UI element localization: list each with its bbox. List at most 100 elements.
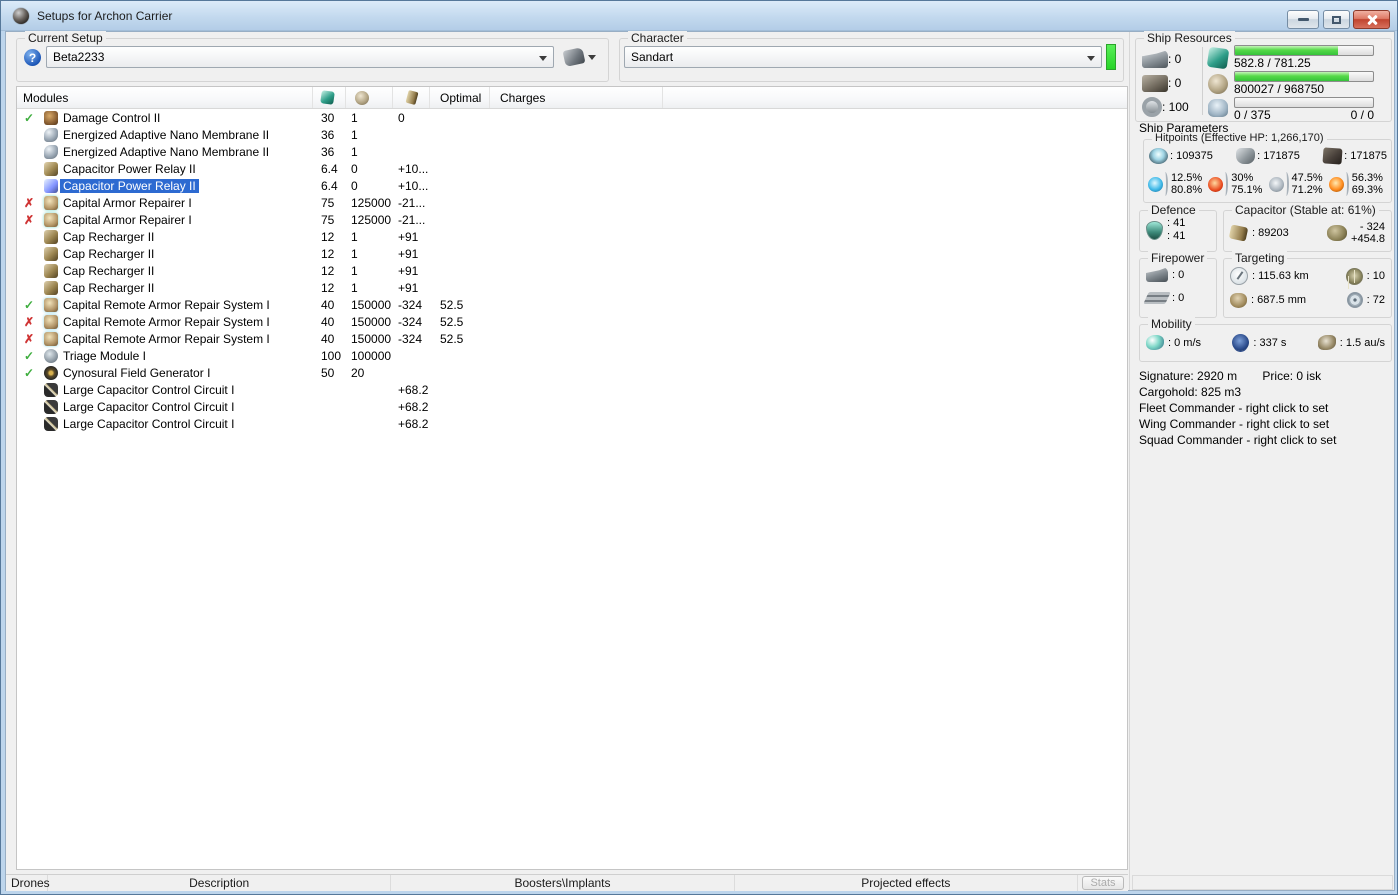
fit-status-icon: ✓: [23, 110, 35, 125]
column-header-charges[interactable]: Charges: [490, 87, 663, 108]
module-cap-value: +10...: [398, 178, 429, 193]
column-header-cpu[interactable]: [313, 87, 346, 108]
module-grid-value: 1: [351, 263, 358, 278]
module-name: Cap Recharger II: [63, 246, 155, 261]
module-row[interactable]: ✓ Triage Module I 100 100000: [17, 347, 1127, 364]
column-header-capacitor[interactable]: [393, 87, 430, 108]
maximize-button[interactable]: [1323, 10, 1350, 29]
module-name: Capital Armor Repairer I: [63, 212, 192, 227]
column-header-optimal[interactable]: Optimal: [430, 87, 490, 108]
column-header-powergrid[interactable]: [346, 87, 393, 108]
shield-hp-value: 109375: [1170, 150, 1234, 162]
thermal-resist-icon: [1208, 176, 1224, 192]
turret-dps-value: 0: [1172, 269, 1184, 281]
kinetic-resist-icon: [1268, 176, 1284, 192]
module-row[interactable]: Capacitor Power Relay II 6.4 0 +10...: [17, 177, 1127, 194]
module-row[interactable]: ✓ Damage Control II 30 1 0: [17, 109, 1127, 126]
module-name: Large Capacitor Control Circuit I: [63, 399, 235, 414]
module-row[interactable]: ✗ Capital Remote Armor Repair System I 4…: [17, 313, 1127, 330]
module-row[interactable]: Energized Adaptive Nano Membrane II 36 1: [17, 126, 1127, 143]
calibration-value: 100: [1162, 100, 1189, 114]
wing-commander-text[interactable]: Wing Commander - right click to set: [1139, 416, 1336, 432]
module-icon: [41, 314, 60, 329]
module-icon: [41, 365, 60, 380]
module-icon: [41, 229, 60, 244]
module-row[interactable]: Cap Recharger II 12 1 +91: [17, 245, 1127, 262]
module-cap-value: +10...: [398, 161, 429, 176]
capacitor-icon: [405, 89, 419, 106]
module-row[interactable]: ✗ Capital Armor Repairer I 75 125000 -21…: [17, 194, 1127, 211]
turret-dps: 0: [1146, 267, 1184, 282]
mobility-group: Mobility 0 m/s 337 s 1.5 au/s: [1139, 317, 1392, 362]
module-row[interactable]: Cap Recharger II 12 1 +91: [17, 228, 1127, 245]
module-icon: [41, 416, 60, 431]
description-panel-header[interactable]: Description: [48, 875, 392, 891]
module-row[interactable]: Cap Recharger II 12 1 +91: [17, 279, 1127, 296]
module-name: Cap Recharger II: [63, 229, 155, 244]
maximize-icon: [1332, 15, 1341, 24]
minimize-button[interactable]: [1287, 10, 1319, 29]
fit-status-icon: ✗: [23, 314, 35, 329]
close-button[interactable]: [1353, 10, 1390, 29]
module-row[interactable]: Large Capacitor Control Circuit I +68.2: [17, 398, 1127, 415]
module-row[interactable]: ✗ Capital Armor Repairer I 75 125000 -21…: [17, 211, 1127, 228]
module-cap-value: -21...: [398, 212, 426, 227]
module-icon: [41, 178, 60, 193]
warp-speed-value: 1.5 au/s: [1340, 337, 1385, 349]
module-grid-value: 125000: [351, 212, 392, 227]
price-text: Price: 0 isk: [1262, 369, 1322, 383]
kinetic-armor-resist: 71.2%: [1291, 184, 1323, 196]
em-armor-resist: 80.8%: [1171, 184, 1203, 196]
capacitor-label: Capacitor (Stable at: 61%): [1232, 203, 1379, 217]
squad-commander-text[interactable]: Squad Commander - right click to set: [1139, 432, 1336, 448]
module-icon: [41, 348, 60, 363]
app-icon: [13, 8, 29, 24]
stats-button[interactable]: Stats: [1081, 876, 1124, 890]
module-icon: [41, 263, 60, 278]
module-row[interactable]: ✓ Cynosural Field Generator I 50 20: [17, 364, 1127, 381]
module-cpu-value: 12: [321, 229, 335, 244]
em-shield-resist: 12.5%: [1171, 172, 1203, 184]
module-row[interactable]: Capacitor Power Relay II 6.4 0 +10...: [17, 160, 1127, 177]
cpu-usage-text: 582.8 / 781.25: [1234, 56, 1311, 70]
module-row[interactable]: Large Capacitor Control Circuit I +68.2: [17, 381, 1127, 398]
boosters-implants-panel-header[interactable]: Boosters\Implants: [391, 875, 735, 891]
module-icon: [41, 382, 60, 397]
chevron-down-icon: [539, 56, 547, 61]
module-icon: [41, 195, 60, 210]
module-icon: [41, 246, 60, 261]
titlebar[interactable]: Setups for Archon Carrier: [1, 1, 1397, 31]
resist-divider: [1164, 172, 1168, 196]
character-select[interactable]: Sandart: [624, 46, 1102, 68]
module-row[interactable]: Energized Adaptive Nano Membrane II 36 1: [17, 143, 1127, 160]
em-resist: 12.5% 80.8%: [1148, 172, 1208, 196]
armor-hp-value: 171875: [1257, 150, 1321, 162]
fleet-commander-text[interactable]: Fleet Commander - right click to set: [1139, 400, 1336, 416]
module-row[interactable]: ✗ Capital Remote Armor Repair System I 4…: [17, 330, 1127, 347]
fit-status-icon: ✓: [23, 348, 35, 363]
module-cpu-value: 12: [321, 263, 335, 278]
help-icon[interactable]: [24, 49, 41, 66]
tools-menu-caret-icon[interactable]: [588, 55, 596, 60]
module-row[interactable]: ✓ Capital Remote Armor Repair System I 4…: [17, 296, 1127, 313]
main-content: Current Setup Beta2233 Character Sandart…: [5, 31, 1395, 891]
missile-icon: [1143, 292, 1171, 304]
module-name: Large Capacitor Control Circuit I: [63, 382, 235, 397]
drones-panel-header[interactable]: Drones: [6, 875, 50, 891]
setup-select[interactable]: Beta2233: [46, 46, 554, 68]
projected-effects-panel-header[interactable]: Projected effects: [735, 875, 1078, 891]
warp-speed-icon: [1317, 335, 1336, 350]
module-name: Capacitor Power Relay II: [60, 178, 199, 193]
fit-status-icon: ✗: [23, 212, 35, 227]
module-cpu-value: 75: [321, 212, 335, 227]
module-icon: [41, 144, 60, 159]
mobility-label: Mobility: [1148, 317, 1195, 331]
chevron-down-icon: [1087, 56, 1095, 61]
module-optimal-value: 52.5: [440, 314, 464, 329]
sensor-strength-icon: [1345, 267, 1363, 285]
module-row[interactable]: Large Capacitor Control Circuit I +68.2: [17, 415, 1127, 432]
column-header-modules[interactable]: Modules: [17, 87, 313, 108]
bottom-panels-strip: Drones Description Boosters\Implants Pro…: [6, 874, 1128, 891]
column-header-filler: [663, 87, 1127, 108]
module-row[interactable]: Cap Recharger II 12 1 +91: [17, 262, 1127, 279]
